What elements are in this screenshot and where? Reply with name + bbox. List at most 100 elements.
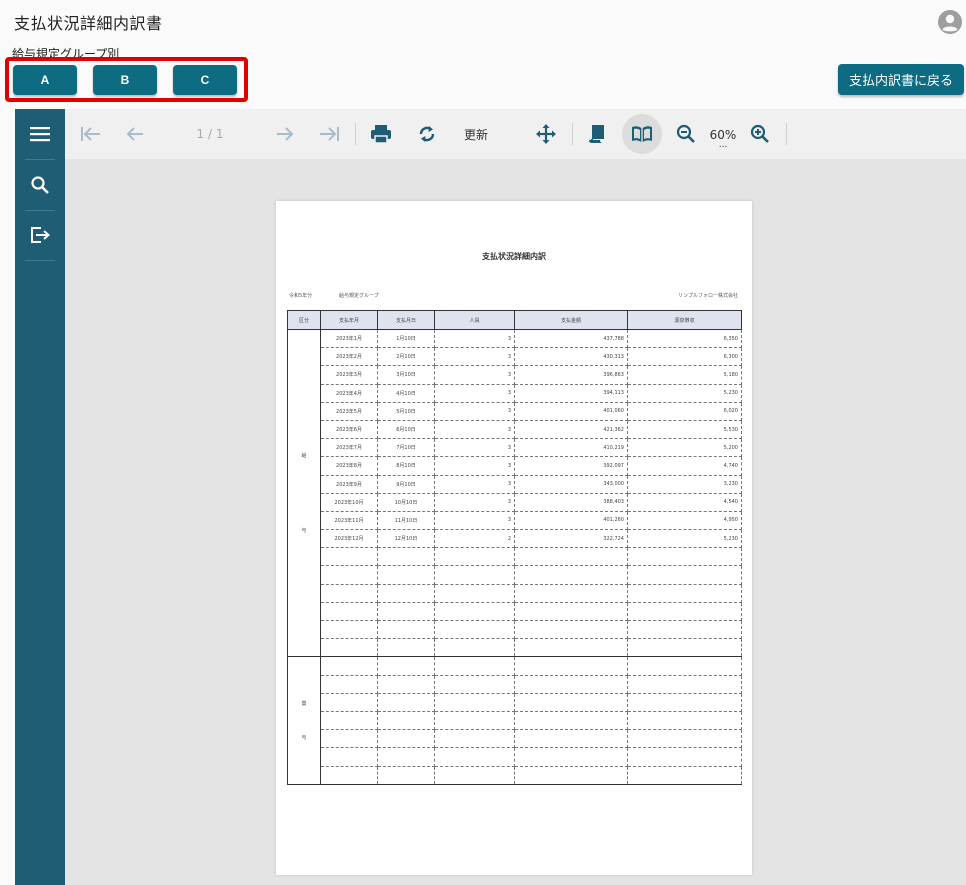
table-cell: [627, 747, 742, 767]
table-cell: 6,350: [627, 328, 742, 349]
table-cell: 2023年2月: [320, 347, 378, 367]
category-char: 賞: [301, 701, 307, 708]
column-header: 人員: [434, 310, 515, 330]
table-cell: [514, 747, 628, 767]
table-cell: [514, 565, 628, 585]
table-cell: [627, 638, 742, 658]
table-row: 2023年9月 9月10日 3 343,000 3,230: [288, 475, 742, 494]
table-row: [288, 675, 742, 694]
table-cell: 8月10日: [377, 456, 435, 476]
table-cell: 3: [434, 456, 515, 476]
category-cell: 賞与: [287, 656, 321, 785]
table-row: [288, 747, 742, 767]
table-cell: 2: [434, 529, 515, 549]
table-row: 賞与: [287, 656, 742, 785]
toolbar-divider: [786, 123, 787, 145]
table-cell: 3: [434, 365, 515, 385]
report-company: リンプルフォロー株式会社: [678, 293, 738, 299]
table-row: 2023年7月 7月10日 3 410,219 5,200: [288, 438, 742, 458]
table-cell: [434, 766, 515, 785]
table-cell: [627, 729, 742, 749]
last-page-icon[interactable]: [317, 122, 341, 146]
zoom-more-indicator[interactable]: ...: [707, 139, 739, 151]
table-cell: 437,788: [514, 328, 628, 349]
group-b-button[interactable]: B: [93, 65, 157, 95]
next-page-icon[interactable]: [273, 122, 297, 146]
table-cell: 343,000: [514, 475, 628, 494]
table-cell: 3: [434, 493, 515, 512]
app-title: 支払状況詳細内訳書: [14, 14, 163, 33]
table-cell: [434, 729, 515, 749]
back-to-summary-button[interactable]: 支払内訳書に戻る: [838, 64, 964, 95]
table-cell: 3: [434, 511, 515, 531]
continuous-page-icon[interactable]: [585, 122, 609, 146]
table-cell: [514, 547, 628, 567]
column-header: 源泉徴収: [627, 310, 742, 330]
table-cell: [434, 620, 515, 640]
table-row: 2023年4月 4月10日 3 394,113 5,230: [288, 384, 742, 403]
report-group: 給与規定グループ: [339, 293, 379, 299]
table-cell: [627, 656, 742, 676]
table-cell: 12月10日: [377, 529, 435, 549]
table-cell: 3: [434, 475, 515, 494]
report-era: 令和5年分: [289, 293, 313, 299]
report-title: 支払状況詳細内訳: [482, 252, 546, 261]
table-cell: [514, 693, 628, 712]
book-view-icon[interactable]: [622, 114, 662, 154]
refresh-label[interactable]: 更新: [458, 122, 494, 146]
sidebar-divider: [25, 159, 55, 160]
zoom-in-icon[interactable]: [748, 122, 772, 146]
table-cell: [377, 547, 435, 567]
viewer-sidebar: [15, 109, 65, 885]
prev-page-icon[interactable]: [123, 122, 147, 146]
search-icon[interactable]: [25, 170, 55, 200]
account-icon[interactable]: [938, 10, 962, 34]
viewer-toolbar: 1 / 1 更新 60% ...: [65, 109, 966, 159]
table-row: [288, 565, 742, 585]
table-cell: 401,060: [514, 402, 628, 421]
table-cell: [320, 747, 378, 767]
category-char: 与: [301, 734, 307, 741]
table-cell: 2023年6月: [320, 420, 378, 440]
table-cell: [434, 547, 515, 567]
table-cell: 5,230: [627, 384, 742, 403]
table-cell: 430,313: [514, 347, 628, 367]
table-cell: 3: [434, 402, 515, 421]
first-page-icon[interactable]: [79, 122, 103, 146]
table-cell: 401,260: [514, 511, 628, 531]
column-header: 支払月日: [377, 310, 435, 330]
menu-icon[interactable]: [25, 119, 55, 149]
print-icon[interactable]: [369, 122, 393, 146]
group-a-button[interactable]: A: [13, 65, 77, 95]
table-cell: 2023年4月: [320, 384, 378, 403]
table-cell: [377, 747, 435, 767]
table-row: 2023年6月 6月10日 3 421,362 5,530: [288, 420, 742, 440]
refresh-icon[interactable]: [415, 122, 439, 146]
page-indicator[interactable]: 1 / 1: [183, 122, 237, 146]
table-cell: [320, 620, 378, 640]
table-cell: 4月10日: [377, 384, 435, 403]
table-cell: 9月10日: [377, 475, 435, 494]
table-cell: [320, 675, 378, 694]
table-cell: 3: [434, 328, 515, 349]
table-cell: 1月10日: [377, 328, 435, 349]
table-row: [288, 711, 742, 731]
zoom-out-icon[interactable]: [674, 122, 698, 146]
table-cell: [320, 693, 378, 712]
table-cell: 4,740: [627, 456, 742, 476]
table-cell: 11月10日: [377, 511, 435, 531]
table-cell: [434, 711, 515, 731]
table-cell: 10月10日: [377, 493, 435, 512]
export-icon[interactable]: [25, 220, 55, 250]
table-cell: [320, 766, 378, 785]
table-cell: 3,230: [627, 475, 742, 494]
table-cell: 5,530: [627, 420, 742, 440]
table-cell: [514, 675, 628, 694]
table-cell: [627, 547, 742, 567]
table-cell: 3: [434, 347, 515, 367]
group-c-button[interactable]: C: [173, 65, 237, 95]
column-header: 区分: [287, 310, 321, 330]
sidebar-divider: [25, 260, 55, 261]
move-icon[interactable]: [534, 122, 558, 146]
table-cell: 388,403: [514, 493, 628, 512]
